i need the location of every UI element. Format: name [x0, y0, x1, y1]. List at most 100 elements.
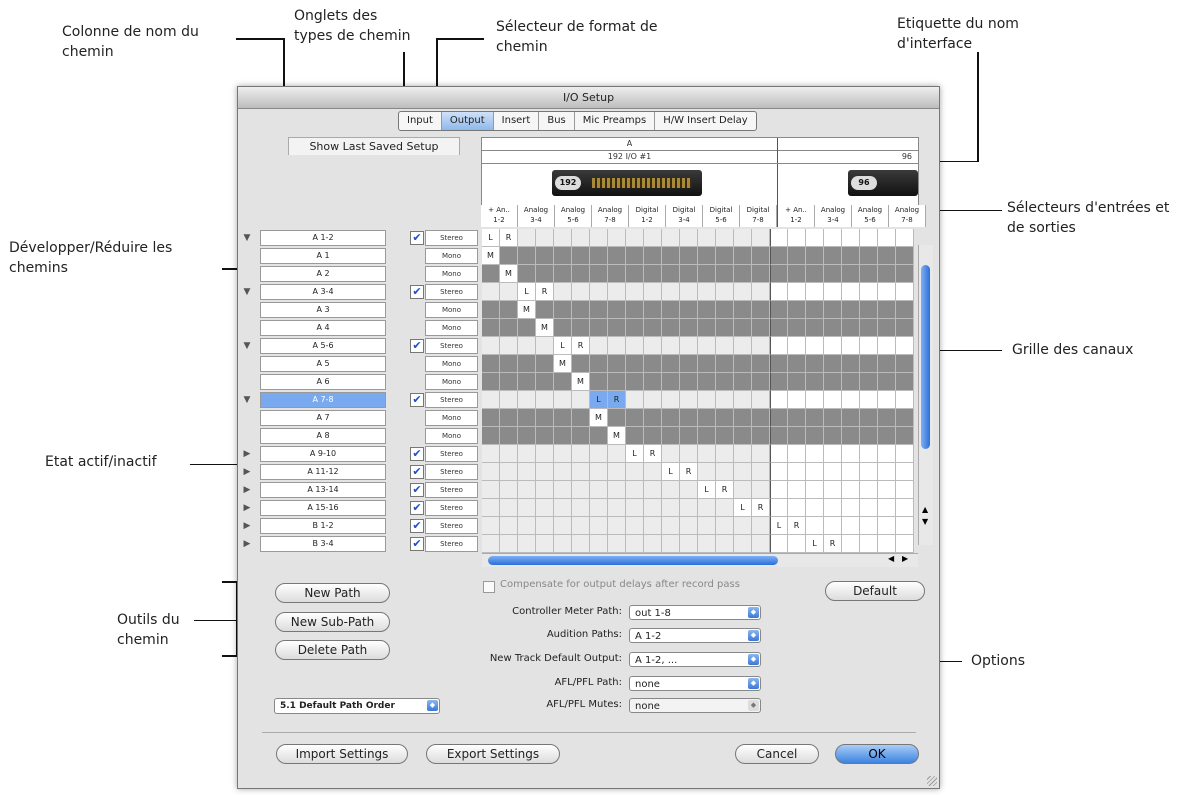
grid-cell[interactable]: M	[500, 265, 518, 283]
grid-cell[interactable]	[518, 337, 536, 355]
grid-cell[interactable]	[590, 247, 608, 265]
grid-cell[interactable]	[536, 427, 554, 445]
grid-cell[interactable]	[734, 265, 752, 283]
grid-cell[interactable]	[500, 445, 518, 463]
grid-cell[interactable]	[860, 373, 878, 391]
grid-cell[interactable]	[734, 517, 752, 535]
path-format-selector[interactable]: Mono	[425, 374, 478, 390]
grid-cell[interactable]	[572, 427, 590, 445]
grid-cell[interactable]	[734, 481, 752, 499]
grid-cell[interactable]	[572, 283, 590, 301]
grid-cell[interactable]: L	[590, 391, 608, 409]
grid-cell[interactable]	[500, 337, 518, 355]
active-checkbox[interactable]: ✔	[410, 501, 424, 515]
show-last-saved-setup[interactable]: Show Last Saved Setup	[288, 137, 460, 155]
grid-cell[interactable]	[554, 373, 572, 391]
grid-cell[interactable]	[752, 391, 770, 409]
active-checkbox[interactable]: ✔	[410, 537, 424, 551]
grid-cell[interactable]	[608, 319, 626, 337]
grid-cell[interactable]	[518, 535, 536, 553]
grid-cell[interactable]: M	[590, 409, 608, 427]
grid-cell[interactable]	[644, 301, 662, 319]
grid-cell[interactable]	[536, 337, 554, 355]
grid-cell[interactable]	[878, 373, 896, 391]
path-name-field[interactable]: A 1	[260, 248, 386, 264]
grid-cell[interactable]	[644, 283, 662, 301]
grid-cell[interactable]	[680, 391, 698, 409]
collapse-triangle-icon[interactable]: ▼	[240, 283, 254, 301]
grid-cell[interactable]	[572, 319, 590, 337]
grid-cell[interactable]	[554, 481, 572, 499]
grid-cell[interactable]	[626, 463, 644, 481]
grid-cell[interactable]	[698, 337, 716, 355]
grid-cell[interactable]	[554, 427, 572, 445]
grid-cell[interactable]: R	[608, 391, 626, 409]
grid-cell[interactable]	[482, 517, 500, 535]
collapse-triangle-icon[interactable]: ▼	[240, 229, 254, 247]
grid-cell[interactable]	[860, 283, 878, 301]
grid-cell[interactable]	[734, 319, 752, 337]
grid-cell[interactable]	[716, 373, 734, 391]
path-name-field[interactable]: B 3-4	[260, 536, 386, 552]
grid-cell[interactable]	[536, 463, 554, 481]
grid-cell[interactable]	[824, 373, 842, 391]
grid-cell[interactable]	[518, 499, 536, 517]
path-name-field[interactable]: A 8	[260, 428, 386, 444]
grid-cell[interactable]	[536, 229, 554, 247]
grid-cell[interactable]	[788, 481, 806, 499]
grid-cell[interactable]	[572, 229, 590, 247]
active-checkbox[interactable]: ✔	[410, 393, 424, 407]
grid-cell[interactable]	[608, 499, 626, 517]
grid-cell[interactable]	[590, 481, 608, 499]
grid-cell[interactable]: R	[572, 337, 590, 355]
path-format-selector[interactable]: Stereo	[425, 338, 478, 354]
grid-cell[interactable]	[752, 517, 770, 535]
grid-cell[interactable]	[482, 355, 500, 373]
grid-cell[interactable]	[554, 445, 572, 463]
grid-cell[interactable]	[896, 229, 914, 247]
grid-cell[interactable]	[770, 283, 788, 301]
channel-column-header[interactable]: + An.. 1-2	[777, 205, 815, 227]
path-format-selector[interactable]: Stereo	[425, 464, 478, 480]
grid-cell[interactable]	[770, 355, 788, 373]
grid-cell[interactable]	[644, 535, 662, 553]
grid-cell[interactable]	[896, 265, 914, 283]
grid-cell[interactable]	[572, 247, 590, 265]
grid-cell[interactable]	[842, 427, 860, 445]
grid-cell[interactable]	[752, 373, 770, 391]
grid-cell[interactable]: R	[500, 229, 518, 247]
grid-cell[interactable]	[608, 517, 626, 535]
grid-cell[interactable]	[734, 283, 752, 301]
grid-cell[interactable]	[716, 535, 734, 553]
grid-cell[interactable]	[806, 373, 824, 391]
grid-cell[interactable]	[590, 535, 608, 553]
grid-cell[interactable]	[878, 499, 896, 517]
grid-cell[interactable]	[554, 391, 572, 409]
grid-cell[interactable]	[824, 229, 842, 247]
import-settings-button[interactable]: Import Settings	[276, 744, 408, 764]
grid-cell[interactable]	[806, 247, 824, 265]
grid-cell[interactable]	[770, 247, 788, 265]
grid-cell[interactable]	[644, 265, 662, 283]
path-format-selector[interactable]: Mono	[425, 266, 478, 282]
grid-cell[interactable]	[572, 391, 590, 409]
grid-cell[interactable]	[626, 481, 644, 499]
grid-cell[interactable]	[626, 355, 644, 373]
grid-cell[interactable]	[644, 373, 662, 391]
grid-cell[interactable]	[788, 427, 806, 445]
grid-cell[interactable]	[770, 337, 788, 355]
grid-cell[interactable]: R	[680, 463, 698, 481]
path-name-field[interactable]: A 9-10	[260, 446, 386, 462]
grid-cell[interactable]	[824, 283, 842, 301]
grid-cell[interactable]	[734, 427, 752, 445]
grid-cell[interactable]: R	[824, 535, 842, 553]
grid-cell[interactable]: R	[644, 445, 662, 463]
grid-cell[interactable]	[824, 355, 842, 373]
grid-cell[interactable]	[536, 247, 554, 265]
grid-cell[interactable]	[806, 391, 824, 409]
grid-cell[interactable]	[824, 265, 842, 283]
grid-cell[interactable]	[662, 517, 680, 535]
grid-cell[interactable]	[608, 535, 626, 553]
grid-cell[interactable]	[860, 355, 878, 373]
path-name-field[interactable]: A 15-16	[260, 500, 386, 516]
